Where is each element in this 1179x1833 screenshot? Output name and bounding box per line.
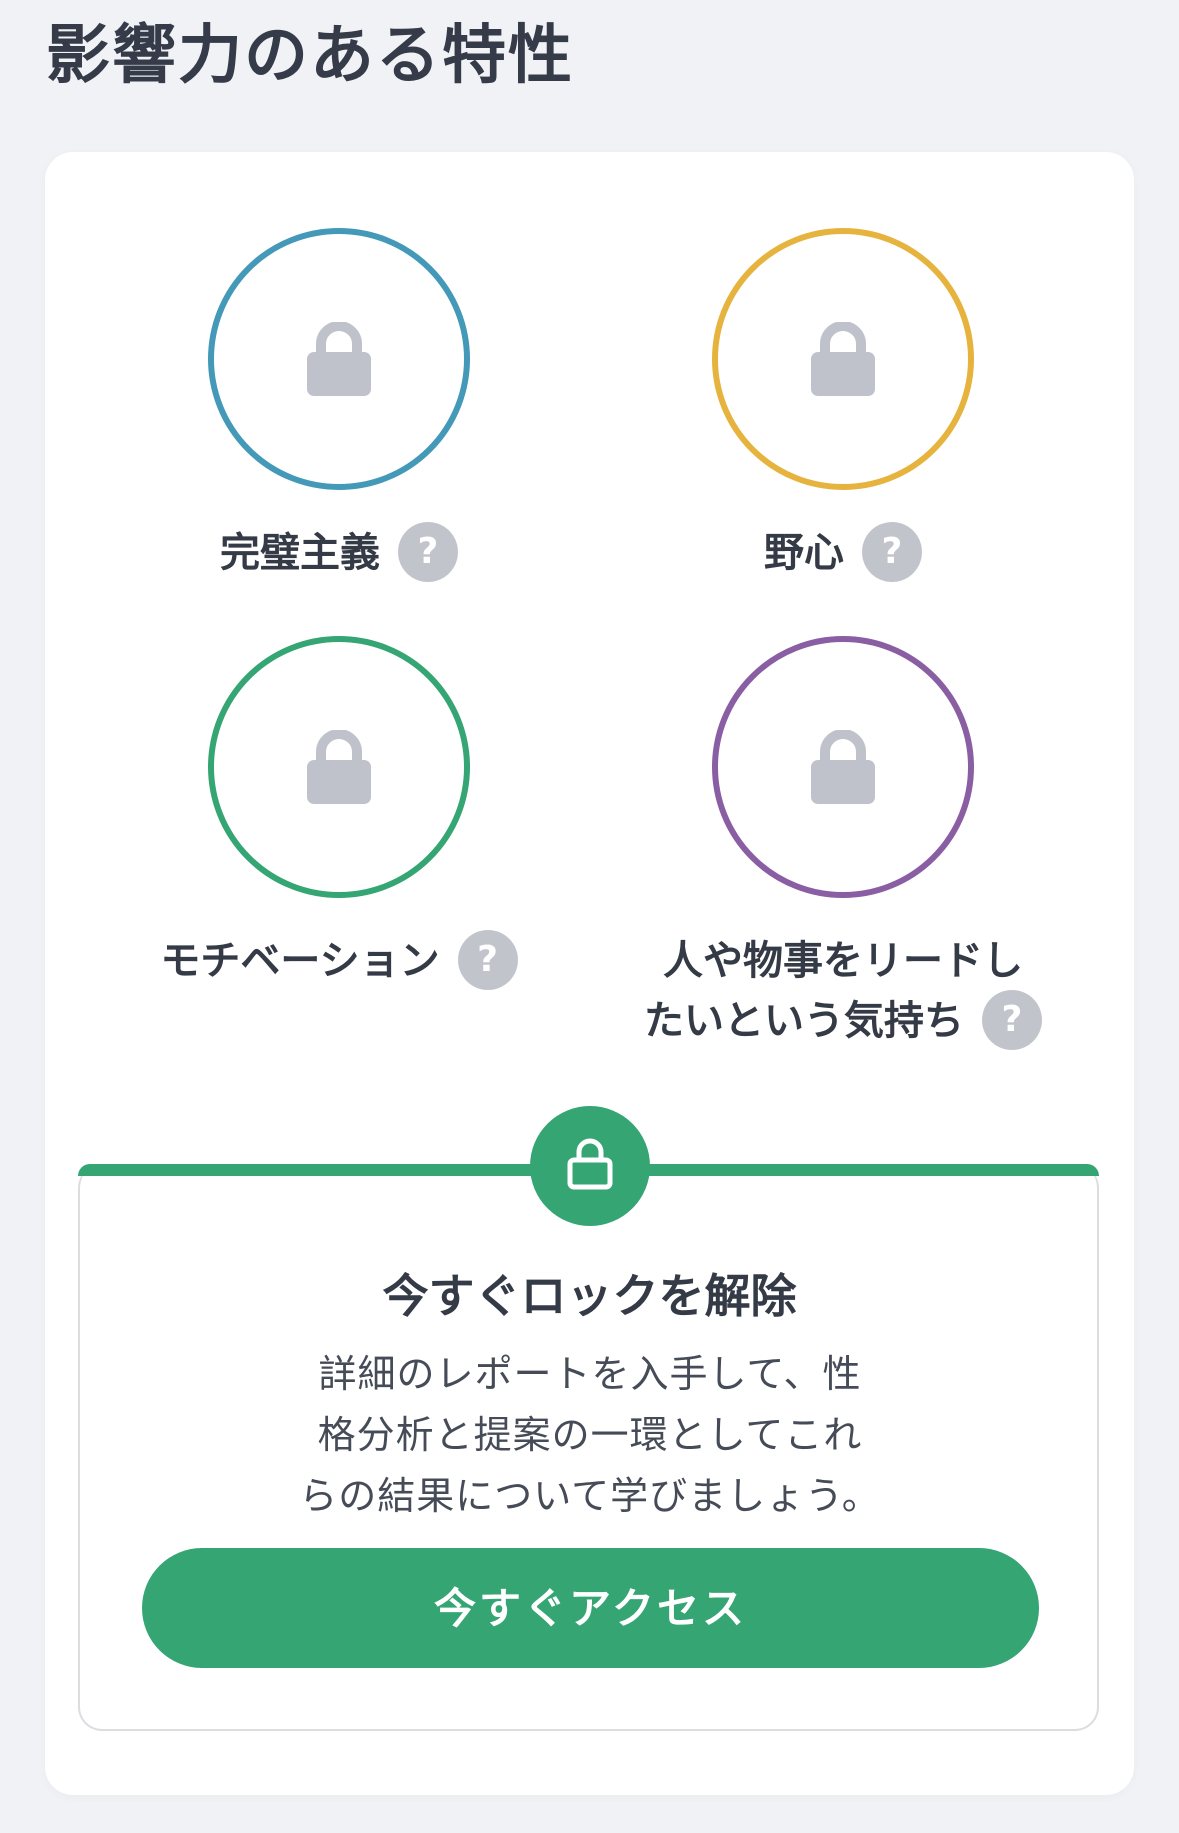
trait-leadership: 人や物事をリードし たいという気持ち? [593,636,1093,1056]
trait-label: モチベーション [160,938,440,984]
access-now-button[interactable]: 今すぐアクセス [142,1548,1039,1668]
trait-ambition: 野心? [593,228,1093,588]
trait-ring [208,228,470,490]
lock-icon [307,322,371,396]
trait-perfectionism: 完璧主義? [89,228,589,588]
trait-label-line2: たいという気持ち [644,998,964,1044]
trait-ring [712,636,974,898]
description-line: 格分析と提案の一環としてこれ [317,1413,863,1457]
trait-label-row: 野心? [593,522,1093,585]
lock-icon [811,730,875,804]
trait-label-row: モチベーション? [89,930,589,993]
trait-label-row: 完璧主義? [89,522,589,585]
trait-label: 野心 [764,530,844,576]
lock-icon [307,730,371,804]
trait-label: 完璧主義 [220,530,380,576]
open-lock-icon [567,1138,613,1190]
trait-ring [712,228,974,490]
trait-ring [208,636,470,898]
lock-icon [811,322,875,396]
help-icon[interactable]: ? [862,522,922,582]
help-icon[interactable]: ? [457,930,518,990]
help-icon[interactable]: ? [982,990,1042,1050]
unlock-panel: 今すぐロックを解除 詳細のレポートを入手して、性 格分析と提案の一環としてこれ … [78,1106,1099,1731]
help-icon[interactable]: ? [398,522,458,582]
unlock-description: 詳細のレポートを入手して、性 格分析と提案の一環としてこれ らの結果について学び… [260,1344,920,1527]
page-title: 影響力のある特性 [46,19,574,93]
traits-card: 完璧主義? 野心? モチベーション? 人や物事をリードし たいという気持ち ? … [45,152,1134,1795]
trait-motivation: モチベーション? [89,636,589,996]
trait-label-line1: 人や物事をリードし [663,938,1023,984]
trait-label-row: 人や物事をリードし たいという気持ち? [593,931,1093,1053]
unlock-title: 今すぐロックを解除 [382,1269,797,1323]
description-line: らの結果について学びましょう。 [299,1474,881,1518]
description-line: 詳細のレポートを入手して、性 [318,1352,862,1396]
lock-badge [530,1106,650,1226]
